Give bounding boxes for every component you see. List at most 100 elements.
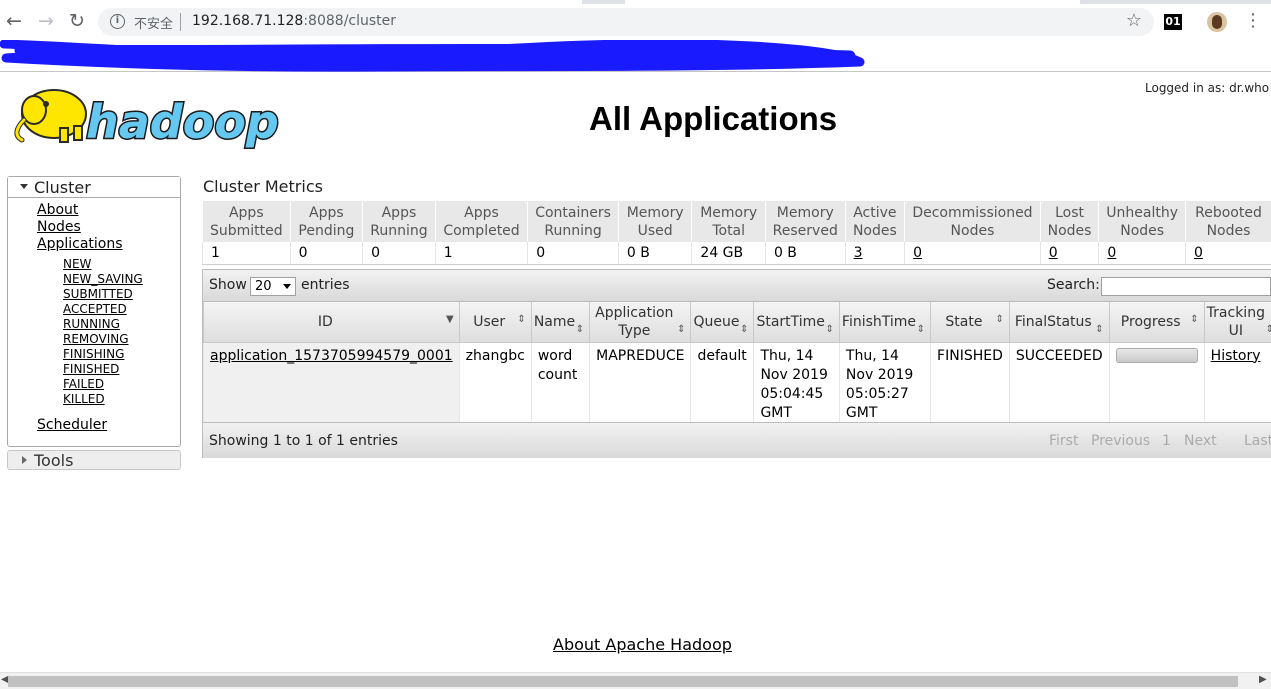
metric-header: Lost Nodes bbox=[1039, 201, 1099, 242]
column-header-label: Type bbox=[618, 322, 651, 339]
metric-value-cell: 0 bbox=[1184, 242, 1271, 265]
rebooted-nodes-link[interactable]: 0 bbox=[1194, 245, 1203, 261]
column-header-application-type[interactable]: Application Type ⇕ bbox=[589, 302, 691, 343]
logged-in-label: Logged in as: dr.who bbox=[1145, 81, 1270, 95]
app-progress-cell bbox=[1108, 342, 1205, 423]
metric-header-line: Nodes bbox=[1047, 222, 1092, 239]
metric-header: Apps Completed bbox=[434, 201, 528, 242]
app-state-submitted[interactable]: SUBMITTED bbox=[63, 287, 133, 301]
column-header-label: Application bbox=[595, 304, 674, 321]
column-header-finalstatus[interactable]: FinalStatus ⇕ bbox=[1008, 302, 1110, 343]
column-header-label: Name bbox=[533, 313, 576, 330]
app-state-finished[interactable]: FINISHED bbox=[63, 362, 119, 376]
metric-header: Memory Reserved bbox=[764, 201, 846, 242]
datatable-toolbar: Show 20 entries Search: bbox=[203, 270, 1271, 302]
app-state: FINISHED bbox=[930, 342, 1010, 423]
metric-header: Apps Pending bbox=[289, 201, 363, 242]
bookmark-star-icon[interactable]: ☆ bbox=[1126, 10, 1142, 31]
column-header-label: Queue bbox=[693, 313, 740, 330]
column-header-queue[interactable]: Queue ⇕ bbox=[690, 302, 754, 343]
applications-datatable: Show 20 entries Search: ID ▼ User ⇕ Name ⇕ … bbox=[202, 269, 1271, 458]
app-state-finishing[interactable]: FINISHING bbox=[63, 347, 124, 361]
search-input[interactable] bbox=[1101, 277, 1271, 296]
pager-page-1[interactable]: 1 bbox=[1162, 433, 1171, 449]
app-id-cell: application_1573705994579_0001 bbox=[203, 342, 460, 423]
cluster-section-header[interactable]: Cluster bbox=[8, 177, 180, 198]
lost-nodes-link[interactable]: 0 bbox=[1049, 245, 1058, 261]
column-header-progress[interactable]: Progress ⇕ bbox=[1108, 302, 1205, 343]
metric-header-line: Apps bbox=[309, 204, 344, 221]
column-header-state[interactable]: State ⇕ bbox=[930, 302, 1010, 343]
tools-section-header[interactable]: Tools bbox=[7, 450, 181, 470]
metric-header-line: Apps bbox=[381, 204, 417, 221]
column-header-tracking-ui[interactable]: Tracking UI ⇕ bbox=[1203, 302, 1271, 343]
horizontal-scrollbar[interactable]: ◀ ▶ bbox=[0, 672, 1271, 689]
metric-header: Decommissioned Nodes bbox=[904, 201, 1041, 242]
column-header-finishtime[interactable]: FinishTime ⇕ bbox=[838, 302, 931, 343]
sort-icon: ⇕ bbox=[1265, 323, 1271, 335]
pager-last[interactable]: Last bbox=[1244, 433, 1271, 449]
metric-header-line: Used bbox=[637, 222, 673, 239]
app-id-link[interactable]: application_1573705994579_0001 bbox=[210, 348, 453, 364]
url-text[interactable]: 192.168.71.128:8088/cluster bbox=[192, 13, 396, 29]
metric-header: Unhealthy Nodes bbox=[1098, 201, 1186, 242]
decommissioned-nodes-link[interactable]: 0 bbox=[913, 245, 922, 261]
page-title: All Applications bbox=[589, 100, 838, 137]
column-header-starttime[interactable]: StartTime ⇕ bbox=[753, 302, 840, 343]
profile-avatar[interactable] bbox=[1207, 12, 1227, 32]
metric-header-line: Decommissioned bbox=[912, 204, 1033, 221]
scroll-right-icon[interactable]: ▶ bbox=[1259, 674, 1267, 685]
select-caret-icon bbox=[283, 284, 291, 289]
app-state-accepted[interactable]: ACCEPTED bbox=[63, 302, 127, 316]
sidebar-link-applications[interactable]: Applications bbox=[37, 236, 123, 252]
app-state-new-saving[interactable]: NEW_SAVING bbox=[63, 272, 143, 286]
tracking-history-link[interactable]: History bbox=[1211, 348, 1261, 364]
column-header-name[interactable]: Name ⇕ bbox=[530, 302, 590, 343]
sort-desc-icon: ▼ bbox=[445, 313, 454, 325]
browser-toolbar: ← → ↻ i 不安全 192.168.71.128:8088/cluster … bbox=[0, 4, 1271, 40]
app-state-removing[interactable]: REMOVING bbox=[63, 332, 129, 346]
scrollbar-thumb[interactable] bbox=[8, 676, 1238, 687]
metrics-header-row: Apps Submitted Apps Pending Apps Running Ap… bbox=[202, 201, 1271, 242]
column-header-label: ID bbox=[317, 313, 333, 330]
metric-header-line: Apps bbox=[228, 204, 264, 221]
expand-triangle-icon bbox=[20, 184, 28, 189]
column-header-id[interactable]: ID ▼ bbox=[203, 302, 460, 343]
sidebar-nav: Cluster About Nodes Applications NEW NEW… bbox=[7, 176, 181, 447]
info-icon[interactable]: i bbox=[110, 14, 125, 29]
about-apache-hadoop-link[interactable]: About Apache Hadoop bbox=[553, 635, 732, 654]
sidebar-link-nodes[interactable]: Nodes bbox=[37, 219, 81, 235]
metric-header-line: Memory bbox=[626, 204, 684, 221]
app-state-failed[interactable]: FAILED bbox=[63, 377, 104, 391]
metric-value: 0 B bbox=[617, 242, 692, 265]
forward-icon[interactable]: → bbox=[33, 8, 59, 34]
app-finish-time: Thu, 14 Nov 2019 05:05:27 GMT bbox=[838, 342, 931, 423]
sort-icon: ⇕ bbox=[677, 323, 686, 335]
sort-icon: ⇕ bbox=[517, 313, 526, 325]
unhealthy-nodes-link[interactable]: 0 bbox=[1107, 245, 1116, 261]
address-bar[interactable]: i 不安全 192.168.71.128:8088/cluster ☆ bbox=[98, 8, 1154, 36]
metric-header-line: Active bbox=[853, 204, 897, 221]
back-icon[interactable]: ← bbox=[1, 8, 27, 34]
metric-value: 0 bbox=[362, 242, 436, 265]
extension-icon[interactable]: 01 bbox=[1164, 14, 1182, 30]
reload-icon[interactable]: ↻ bbox=[64, 8, 90, 34]
pager-previous[interactable]: Previous bbox=[1091, 433, 1150, 449]
browser-menu-icon[interactable]: ⋮ bbox=[1244, 10, 1262, 32]
sidebar-link-scheduler[interactable]: Scheduler bbox=[37, 417, 107, 433]
active-nodes-link[interactable]: 3 bbox=[854, 245, 863, 261]
column-header-label: State bbox=[945, 313, 983, 330]
hadoop-logo[interactable]: hadoop bbox=[10, 80, 310, 156]
sidebar-link-about[interactable]: About bbox=[37, 202, 78, 218]
app-state-running[interactable]: RUNNING bbox=[63, 317, 120, 331]
page-size-select[interactable]: 20 bbox=[250, 277, 296, 296]
url-path: :8088/cluster bbox=[303, 13, 397, 29]
security-label[interactable]: 不安全 bbox=[134, 13, 173, 32]
entries-label: entries bbox=[301, 277, 350, 293]
app-state-killed[interactable]: KILLED bbox=[63, 392, 105, 406]
app-state-new[interactable]: NEW bbox=[63, 257, 91, 271]
address-separator bbox=[180, 13, 181, 31]
column-header-user[interactable]: User ⇕ bbox=[458, 302, 532, 343]
pager-first[interactable]: First bbox=[1049, 433, 1078, 449]
pager-next[interactable]: Next bbox=[1184, 433, 1217, 449]
